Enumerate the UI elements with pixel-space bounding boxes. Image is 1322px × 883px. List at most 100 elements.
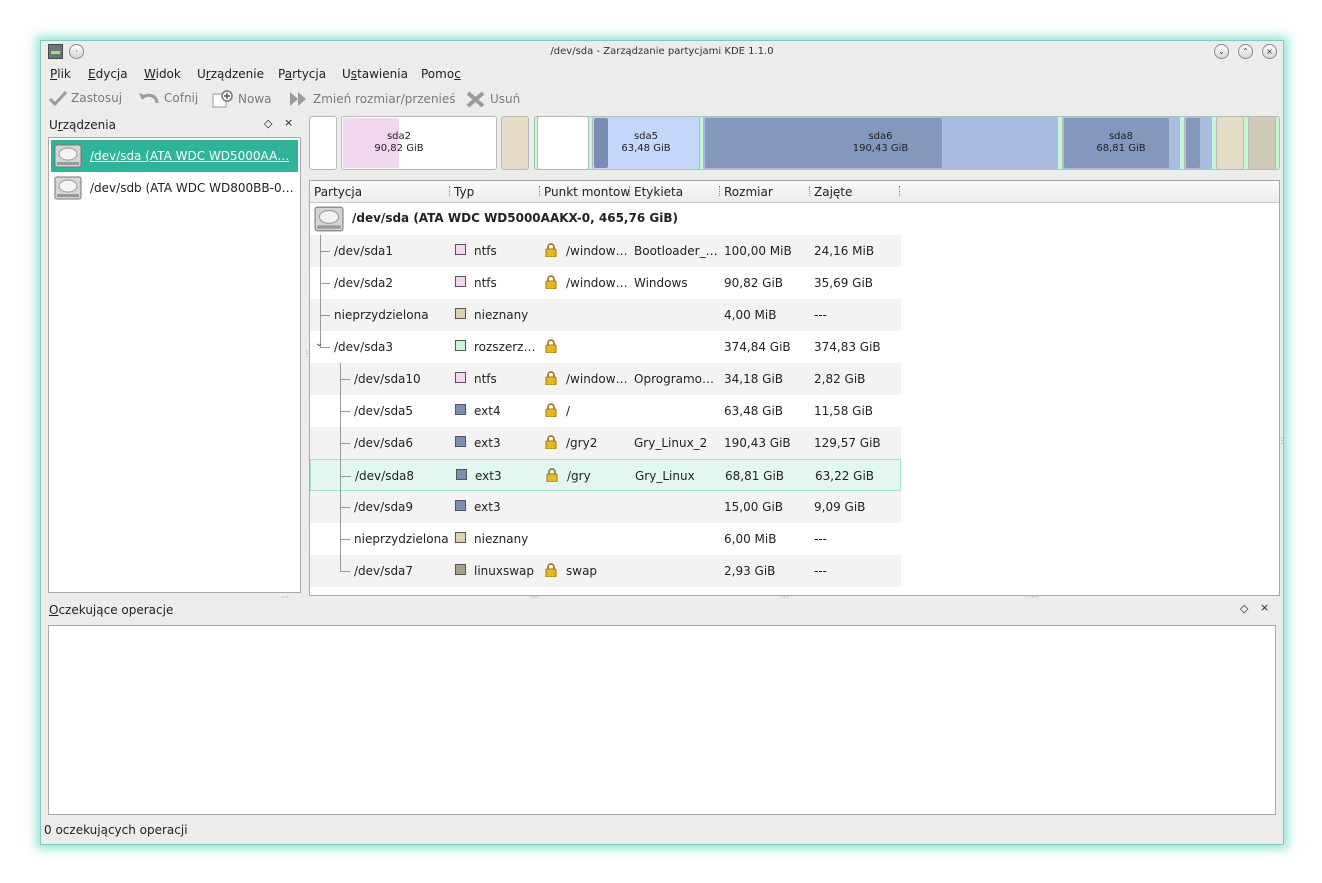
partition-name: /dev/sda9 [354,500,414,514]
partition-label: Oprogramo… [634,372,715,386]
undo-label: Cofnij [164,91,199,105]
device-label: /dev/sdb (ATA WDC WD800BB-0… [90,181,294,195]
mount-point: /window… [566,276,628,290]
partition-row[interactable]: /dev/sda9 ext3 15,00 GiB 9,09 GiB [310,491,901,523]
minimize-button[interactable]: ⌄ [1214,44,1229,59]
menu-device[interactable]: Urządzenie [197,67,264,81]
partition-used: 9,09 GiB [814,500,866,514]
segment-sda2-name: sda2 [386,131,412,142]
delete-button[interactable]: Usuń [465,90,520,108]
partition-row[interactable]: /dev/sda6 ext3/gry2 Gry_Linux_2 190,43 GiB 1… [310,427,901,459]
menu-partition[interactable]: Partycja [278,67,326,81]
resize-move-button[interactable]: Zmień rozmiar/przenieś [288,90,456,108]
partition-size: 2,93 GiB [724,564,776,578]
partition-type: ext3 [474,436,501,450]
partition-type: linuxswap [474,564,535,578]
partition-name: /dev/sda7 [354,564,414,578]
column-mountpoint[interactable]: Punkt montow [544,185,630,199]
hard-disk-icon [314,206,344,232]
partition-name: nieprzydzielona [334,308,429,322]
title-bar[interactable]: · /dev/sda - Zarządzanie partycjami KDE … [41,41,1283,63]
partition-used: --- [814,308,827,322]
toolbar: Zastosuj Cofnij Nowa Zmień rozmiar/przen… [41,87,1283,109]
mount-point: /window… [566,372,628,386]
device-item-sdb[interactable]: /dev/sdb (ATA WDC WD800BB-0… [51,172,298,204]
lock-icon [545,243,557,258]
partition-type: nieznany [474,532,529,546]
checkmark-icon [48,90,68,106]
mount-point: / [566,404,571,418]
partition-row[interactable]: /dev/sda3 rozszerz… 374,84 GiB 374,83 GiB [310,331,901,363]
partition-row[interactable]: /dev/sda10 ntfs/window… Oprogramo… 34,18 Gi… [310,363,901,395]
partition-size: 90,82 GiB [724,276,784,290]
maximize-button[interactable]: ⌃ [1238,44,1253,59]
segment-sda5-size: 63,48 GiB [621,143,671,154]
partition-used: 35,69 GiB [814,276,874,290]
partition-row[interactable]: /dev/sda2 ntfs/window… Windows 90,82 GiB 35,… [310,267,901,299]
type-color-swatch [455,244,466,255]
partition-name: /dev/sda10 [354,372,421,386]
lock-icon [545,371,557,386]
new-partition-button[interactable]: Nowa [211,90,272,108]
partition-row[interactable]: /dev/sda1 ntfs/window… Bootloader_… 100,00 … [310,235,901,267]
disk-title: /dev/sda (ATA WDC WD5000AAKX-0, 465,76 G… [352,211,678,225]
segment-sda6[interactable]: sda6 190,43 GiB [703,116,1058,170]
partition-row[interactable]: /dev/sda8 ext3/gry Gry_Linux 68,81 GiB 63,22… [310,459,901,491]
segment-unallocated-2[interactable] [1216,116,1244,170]
devices-float-button[interactable]: ◇ [264,117,272,130]
lock-icon [545,563,557,578]
column-type[interactable]: Typ [454,185,474,199]
partition-used: --- [814,564,827,578]
partition-row[interactable]: /dev/sda7 linuxswap swap 2,93 GiB --- [310,555,901,587]
pending-close-button[interactable]: × [1260,601,1269,614]
partition-name: /dev/sda1 [334,244,394,258]
partition-name: /dev/sda6 [354,436,414,450]
partition-used: 11,58 GiB [814,404,874,418]
device-item-sda[interactable]: /dev/sda (ATA WDC WD5000AA… [51,140,298,172]
partition-size: 4,00 MiB [724,308,777,322]
apply-button[interactable]: Zastosuj [48,90,122,106]
partition-row[interactable]: /dev/sda5 ext4 / 63,48 GiB 11,58 GiB [310,395,901,427]
partition-size: 68,81 GiB [725,469,785,483]
column-partition[interactable]: Partycja [314,185,362,199]
close-window-button[interactable]: × [1262,44,1277,59]
type-color-swatch [455,308,466,319]
type-color-swatch [455,340,466,351]
undo-button[interactable]: Cofnij [137,90,198,106]
menu-help[interactable]: Pomoc [421,67,461,81]
menu-file[interactable]: Plik [50,67,71,81]
pending-operations-list [48,625,1276,815]
partition-type: ntfs [474,276,497,290]
partition-type: ext3 [475,469,502,483]
delete-label: Usuń [490,92,521,106]
partition-used: 374,83 GiB [814,340,881,354]
partition-label: Windows [634,276,688,290]
collapse-arrow-icon[interactable]: ⌄ [315,338,323,349]
partition-name: /dev/sda2 [334,276,394,290]
pending-float-button[interactable]: ◇ [1240,602,1248,615]
menu-view[interactable]: Widok [144,67,181,81]
partition-row[interactable]: nieprzydzielona nieznany 4,00 MiB --- [310,299,901,331]
menu-edit[interactable]: Edycja [88,67,128,81]
partition-size: 100,00 MiB [724,244,792,258]
tree-header: Partycja Typ Punkt montow Etykieta Rozmi… [310,181,1279,203]
lock-icon [546,468,558,483]
devices-close-button[interactable]: × [284,116,293,129]
segment-sda7[interactable] [1248,116,1276,170]
partition-label: Bootloader_… [634,244,718,258]
partition-row[interactable]: nieprzydzielona nieznany 6,00 MiB --- [310,523,901,555]
column-label[interactable]: Etykieta [634,185,683,199]
partition-type: rozszerz… [474,340,536,354]
partition-type: ntfs [474,244,497,258]
segment-unallocated-1[interactable] [501,116,529,170]
column-size[interactable]: Rozmiar [724,185,773,199]
segment-sda8[interactable]: sda8 68,81 GiB [1062,116,1180,170]
segment-sda10[interactable] [537,116,589,170]
menu-settings[interactable]: Ustawienia [342,67,408,81]
mount-point: /window… [566,244,628,258]
segment-sda9[interactable] [1184,116,1212,170]
column-used[interactable]: Zajęte [814,185,852,199]
segment-sda5[interactable]: sda5 63,48 GiB [592,116,700,170]
disk-row[interactable]: /dev/sda (ATA WDC WD5000AAKX-0, 465,76 G… [310,203,1279,235]
segment-sda2[interactable]: sda2 90,82 GiB [341,116,497,170]
